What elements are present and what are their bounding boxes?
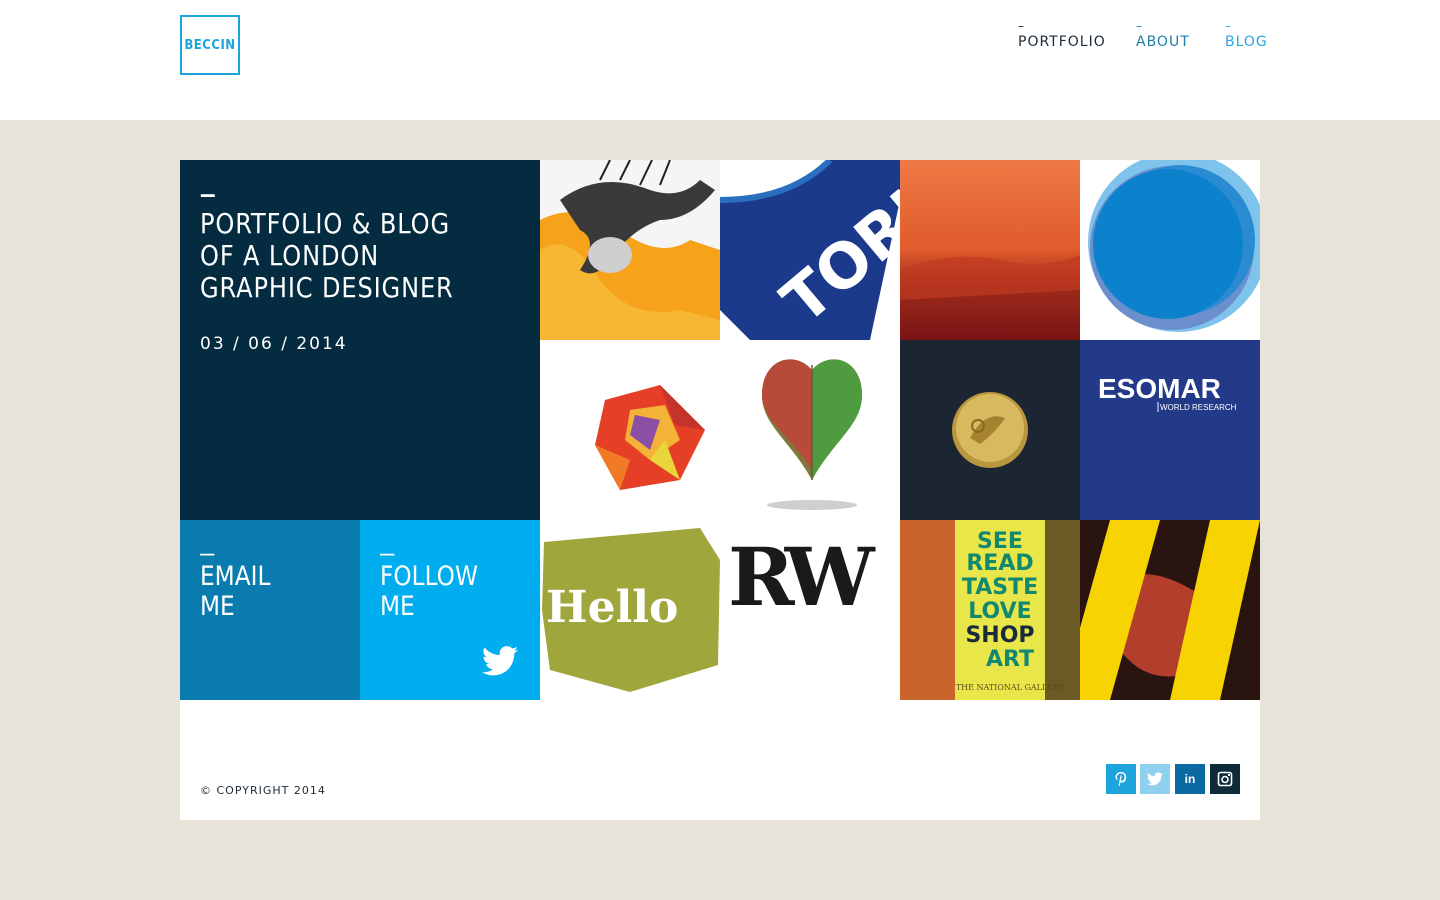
intro-block: – PORTFOLIO & BLOG OF A LONDON GRAPHIC D…	[180, 160, 540, 520]
copyright-text: © COPYRIGHT 2014	[200, 784, 326, 797]
tork-image: TORK	[720, 160, 900, 340]
title-line: GRAPHIC DESIGNER	[200, 271, 454, 304]
cta-dash: –	[200, 537, 215, 567]
nav-about-label: ABOUT	[1136, 34, 1190, 50]
nav-portfolio-label: PORTFOLIO	[1018, 34, 1106, 50]
rw-image: RW	[720, 520, 900, 700]
nav-portfolio[interactable]: – PORTFOLIO	[1018, 20, 1106, 50]
sunset-image	[900, 160, 1080, 340]
intro-dash: –	[200, 178, 216, 209]
portfolio-tile-rw[interactable]: RW	[720, 520, 900, 700]
nav-blog-label: BLOG	[1225, 34, 1268, 50]
portfolio-tile-sunset[interactable]	[900, 160, 1080, 340]
main-panel: – PORTFOLIO & BLOG OF A LONDON GRAPHIC D…	[180, 160, 1260, 820]
follow-me-button[interactable]: – FOLLOW ME	[360, 520, 540, 700]
title-line: PORTFOLIO & BLOG	[200, 207, 450, 240]
badge-image	[900, 340, 1080, 520]
follow-line: ME	[380, 591, 415, 622]
circles-image	[1080, 160, 1260, 340]
email-me-label: EMAIL ME	[200, 562, 329, 622]
portfolio-tile-badge[interactable]	[900, 340, 1080, 520]
site-header: BECCIN – PORTFOLIO – ABOUT – BLOG	[0, 0, 1440, 120]
twitter-icon	[482, 646, 518, 676]
linkedin-icon: in	[1184, 772, 1196, 786]
follow-me-label: FOLLOW ME	[380, 562, 509, 622]
page-title: PORTFOLIO & BLOG OF A LONDON GRAPHIC DES…	[200, 208, 458, 304]
portfolio-tile-hello[interactable]: Hello	[540, 520, 720, 700]
poster-image: SEE READ TASTE LOVE SHOP ART THE NATIONA…	[900, 520, 1080, 700]
portfolio-tile-dancer[interactable]	[540, 160, 720, 340]
nav-dash: –	[1225, 19, 1232, 33]
portfolio-tile-leaf[interactable]	[720, 340, 900, 520]
twitter-social-button[interactable]	[1140, 764, 1170, 794]
linkedin-button[interactable]: in	[1175, 764, 1205, 794]
email-line: ME	[200, 591, 235, 622]
post-date: 03 / 06 / 2014	[200, 334, 348, 354]
instagram-button[interactable]	[1210, 764, 1240, 794]
poster-line: ART	[986, 647, 1034, 672]
portfolio-tile-origami[interactable]	[540, 340, 720, 520]
cta-dash: –	[380, 537, 395, 567]
logo[interactable]: BECCIN	[180, 15, 240, 75]
poster-line: LOVE	[968, 599, 1031, 624]
follow-line: FOLLOW	[380, 561, 478, 592]
title-line: OF A LONDON	[200, 239, 380, 272]
pinterest-button[interactable]	[1106, 764, 1136, 794]
hello-text: Hello	[546, 582, 678, 633]
portfolio-tile-circles[interactable]	[1080, 160, 1260, 340]
nav-about[interactable]: – ABOUT	[1136, 20, 1190, 50]
esomar-subtext: WORLD RESEARCH	[1160, 403, 1237, 412]
stripes-image	[1080, 520, 1260, 700]
leaf-image	[720, 340, 900, 520]
portfolio-tile-poster[interactable]: SEE READ TASTE LOVE SHOP ART THE NATIONA…	[900, 520, 1080, 700]
hello-image: Hello	[540, 520, 720, 700]
poster-small-text: THE NATIONAL GALLERY	[956, 683, 1065, 692]
portfolio-tile-tork[interactable]: TORK	[720, 160, 900, 340]
esomar-image: ESOMAR WORLD RESEARCH	[1080, 340, 1260, 520]
email-me-button[interactable]: – EMAIL ME	[180, 520, 360, 700]
poster-line: SHOP	[965, 623, 1034, 648]
nav-dash: –	[1018, 19, 1025, 33]
nav-blog[interactable]: – BLOG	[1225, 20, 1268, 50]
poster-line: TASTE	[962, 575, 1038, 600]
nav-dash: –	[1136, 19, 1143, 33]
portfolio-tile-esomar[interactable]: ESOMAR WORLD RESEARCH	[1080, 340, 1260, 520]
pinterest-icon	[1115, 772, 1127, 786]
twitter-icon	[1147, 772, 1163, 786]
dancer-image	[540, 160, 720, 340]
email-line: EMAIL	[200, 561, 271, 592]
poster-line: READ	[966, 551, 1033, 576]
portfolio-tile-stripes[interactable]	[1080, 520, 1260, 700]
esomar-text: ESOMAR	[1098, 373, 1221, 404]
rw-text: RW	[728, 530, 876, 624]
origami-image	[540, 340, 720, 520]
instagram-icon	[1217, 771, 1233, 787]
